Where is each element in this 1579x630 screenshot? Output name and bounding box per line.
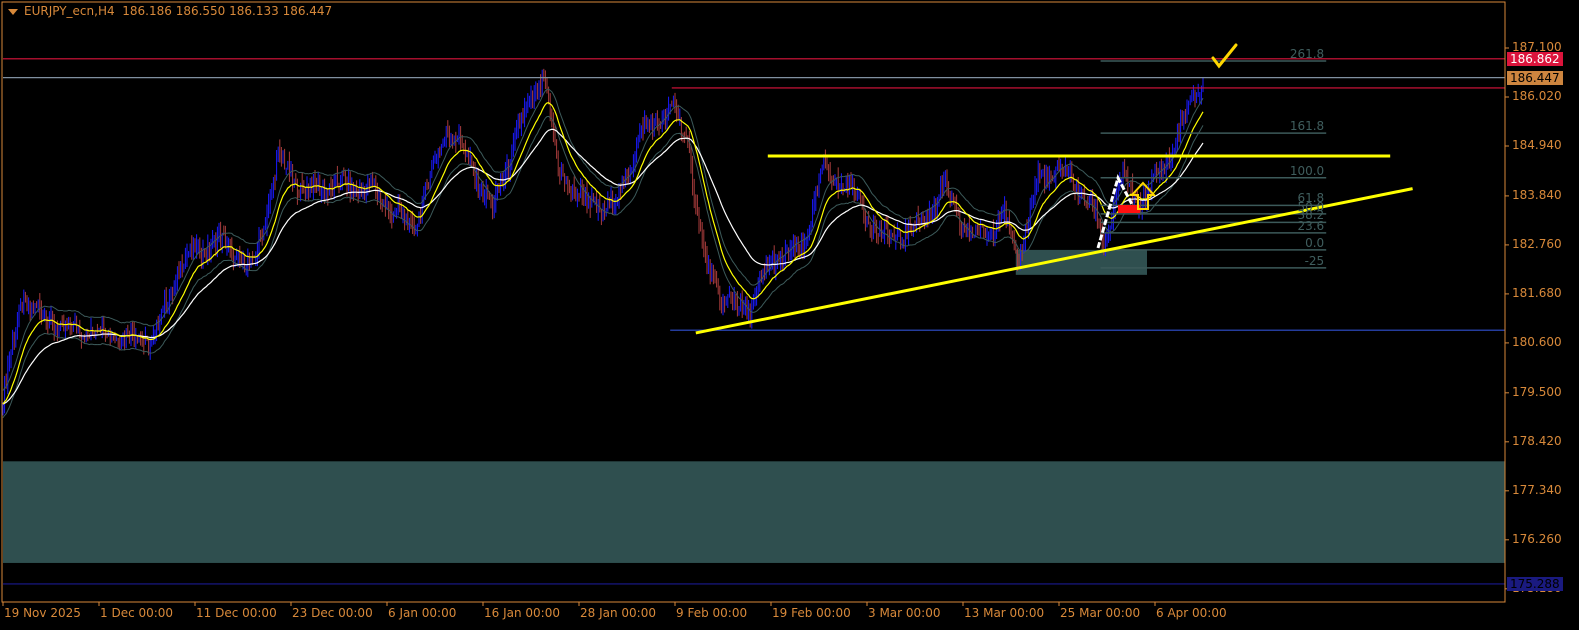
envelope-upper-line	[2, 88, 1204, 391]
y-tick-label: 178.420	[1512, 433, 1562, 448]
x-tick-label: 6 Jan 00:00	[388, 606, 457, 620]
checkmark-icon	[1211, 43, 1238, 69]
x-tick-label: 25 Mar 00:00	[1060, 606, 1141, 620]
fib-level-label: -25	[1304, 253, 1325, 268]
fib-level-label: 161.8	[1289, 119, 1325, 134]
y-tick-label: 184.940	[1512, 138, 1562, 152]
ohlc-readout: 186.186 186.550 186.133 186.447	[122, 4, 333, 18]
x-tick-label: 19 Feb 00:00	[772, 606, 851, 620]
y-tick-label: 183.840	[1512, 187, 1562, 202]
x-tick-label: 9 Feb 00:00	[676, 606, 748, 620]
fib-level-label: 23.6	[1297, 218, 1325, 233]
fib-level-label: 100.0	[1289, 163, 1325, 178]
y-tick-label: 180.600	[1512, 334, 1562, 349]
x-tick-label: 13 Mar 00:00	[964, 606, 1045, 620]
x-tick-label: 16 Jan 00:00	[484, 606, 560, 620]
y-tick-label: 176.260	[1512, 531, 1562, 546]
symbol-label: EURJPY_ecn,H4	[24, 4, 115, 18]
dropdown-triangle-icon[interactable]	[8, 8, 18, 15]
x-tick-label: 23 Dec 00:00	[292, 606, 373, 620]
price-level-tag: 175.288	[1507, 576, 1563, 591]
y-tick-label: 186.020	[1512, 89, 1562, 103]
fib-level-label: 0.0	[1305, 235, 1325, 250]
y-tick-label: 177.340	[1512, 482, 1562, 497]
x-tick-label: 3 Mar 00:00	[868, 606, 941, 620]
current-price-tag: 186.447	[1507, 70, 1563, 85]
zone-rect	[3, 461, 1505, 563]
x-tick-label: 28 Jan 00:00	[580, 606, 656, 620]
entry-box	[1118, 205, 1140, 213]
y-tick-label: 182.760	[1512, 236, 1562, 251]
x-tick-label: 11 Dec 00:00	[196, 606, 277, 620]
zone-rect	[1015, 249, 1147, 275]
fib-level-label: 261.8	[1289, 47, 1325, 62]
y-tick-label: 179.500	[1512, 384, 1562, 399]
y-tick-label: 181.680	[1512, 285, 1562, 300]
x-tick-label: 1 Dec 00:00	[100, 606, 174, 620]
chart-header: EURJPY_ecn,H4 186.186 186.550 186.133 18…	[8, 4, 332, 18]
x-tick-label: 6 Apr 00:00	[1156, 606, 1227, 620]
price-level-tag: 186.862	[1507, 51, 1563, 66]
price-chart[interactable]	[0, 0, 1579, 630]
x-tick-label: 19 Nov 2025	[4, 606, 81, 620]
